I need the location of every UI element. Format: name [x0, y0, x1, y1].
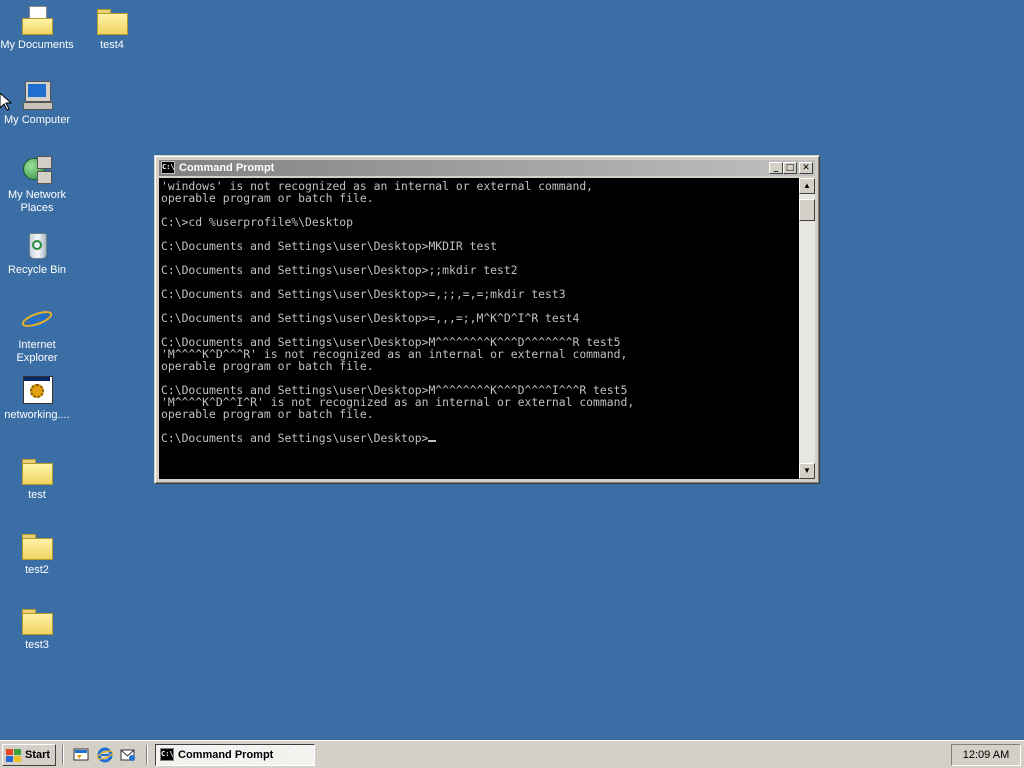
- internet-explorer-icon[interactable]: [97, 747, 113, 763]
- text-cursor: [428, 440, 437, 442]
- folder-icon: [21, 604, 53, 636]
- desktop-icon-test[interactable]: test: [0, 454, 74, 502]
- desktop-icon-label: test3: [25, 639, 49, 651]
- console-line: C:\>cd %userprofile%\Desktop: [161, 215, 354, 229]
- console-output[interactable]: 'windows' is not recognized as an intern…: [159, 178, 799, 479]
- console-line: C:\Documents and Settings\user\Desktop>: [161, 431, 429, 445]
- start-label: Start: [25, 749, 51, 761]
- folder-icon: [21, 529, 53, 561]
- close-button[interactable]: ✕: [799, 162, 813, 174]
- taskbar-separator: [146, 745, 148, 765]
- desktop-icon-label: Recycle Bin: [7, 264, 67, 276]
- taskbar-separator: [62, 745, 64, 765]
- window-titlebar[interactable]: C:\ Command Prompt _ □ ✕: [159, 160, 815, 176]
- console-line: operable program or batch file.: [161, 359, 374, 373]
- console-line: operable program or batch file.: [161, 407, 374, 421]
- minimize-button[interactable]: _: [769, 162, 783, 174]
- show-desktop-icon[interactable]: [73, 747, 89, 763]
- windows-logo-icon: [6, 749, 22, 762]
- desktop-icon-test4[interactable]: test4: [75, 4, 149, 52]
- desktop-icon-label: test: [28, 489, 46, 501]
- network-places-icon: [21, 154, 53, 186]
- taskbar-button-command-prompt[interactable]: C:\ Command Prompt: [155, 744, 315, 766]
- desktop-icon-label: test4: [100, 39, 124, 51]
- console-line: C:\Documents and Settings\user\Desktop>=…: [161, 287, 566, 301]
- console-text: 'windows' is not recognized as an intern…: [159, 178, 799, 444]
- desktop-icon-my-documents[interactable]: My Documents: [0, 4, 74, 52]
- desktop-icon-label: test2: [25, 564, 49, 576]
- start-button[interactable]: Start: [2, 744, 56, 766]
- vertical-scrollbar[interactable]: ▲ ▼: [799, 178, 815, 479]
- window-title: Command Prompt: [179, 162, 275, 174]
- desktop-icon-internet-explorer[interactable]: e Internet Explorer: [0, 304, 74, 365]
- console-line: C:\Documents and Settings\user\Desktop>M…: [161, 239, 498, 253]
- desktop-icon-label: My Documents: [0, 39, 74, 51]
- my-computer-icon: [21, 79, 53, 111]
- scroll-up-button[interactable]: ▲: [799, 178, 815, 194]
- scroll-down-button[interactable]: ▼: [799, 463, 815, 479]
- console-line: C:\Documents and Settings\user\Desktop>=…: [161, 311, 580, 325]
- system-tray-clock[interactable]: 12:09 AM: [951, 744, 1021, 766]
- command-prompt-window[interactable]: C:\ Command Prompt _ □ ✕ 'windows' is no…: [154, 155, 820, 484]
- command-prompt-icon: C:\: [160, 748, 174, 761]
- desktop-icon-label: networking....: [4, 409, 70, 421]
- my-documents-icon: [21, 4, 53, 36]
- desktop-icon-my-network-places[interactable]: My Network Places: [0, 154, 74, 215]
- desktop-icon-recycle-bin[interactable]: Recycle Bin: [0, 229, 74, 277]
- internet-explorer-icon: e: [19, 304, 55, 336]
- taskbar: Start C:\ Command Prompt 12:09 AM: [0, 740, 1024, 768]
- desktop-icon-networking[interactable]: networking....: [0, 374, 74, 422]
- desktop-icon-label: My Network Places: [7, 189, 67, 214]
- outlook-express-icon[interactable]: [120, 747, 136, 763]
- application-icon: [21, 374, 53, 406]
- mouse-pointer-icon: [0, 93, 12, 111]
- folder-icon: [96, 4, 128, 36]
- desktop-icon-test3[interactable]: test3: [0, 604, 74, 652]
- console-line: C:\Documents and Settings\user\Desktop>;…: [161, 263, 518, 277]
- taskbar-button-label: Command Prompt: [178, 749, 274, 761]
- command-prompt-icon: C:\: [161, 161, 175, 174]
- folder-icon: [21, 454, 53, 486]
- console-line: operable program or batch file.: [161, 191, 374, 205]
- desktop-icon-test2[interactable]: test2: [0, 529, 74, 577]
- recycle-bin-icon: [21, 229, 53, 261]
- desktop-icon-label: My Computer: [3, 114, 71, 126]
- maximize-button[interactable]: □: [783, 162, 797, 174]
- desktop-icon-label: Internet Explorer: [16, 339, 58, 364]
- scroll-thumb[interactable]: [799, 199, 815, 221]
